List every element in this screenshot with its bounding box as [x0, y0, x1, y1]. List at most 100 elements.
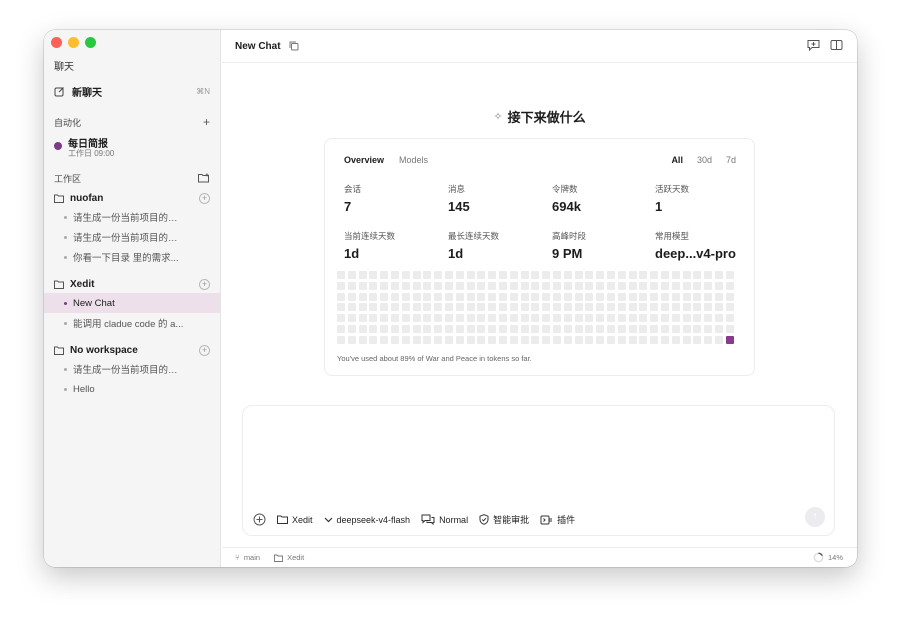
range-30d[interactable]: 30d: [697, 155, 712, 165]
heatmap-cell: [401, 325, 410, 333]
heatmap-cell: [585, 281, 594, 290]
heatmap-cell: [423, 335, 432, 344]
stats-tabs: Overview Models: [344, 155, 428, 165]
heatmap-cell: [499, 281, 507, 290]
heatmap-cell: [369, 281, 378, 290]
heatmap-cell: [542, 335, 551, 344]
chat-item[interactable]: 请生成一份当前项目的晨...: [54, 207, 220, 227]
composer-toolbar: Xedit deepseek-v4-flash Normal 智能审批 插件: [253, 513, 575, 526]
heatmap-cell: [520, 281, 529, 290]
chat-item[interactable]: Hello: [54, 379, 220, 399]
heatmap-cell: [531, 325, 540, 333]
heatmap-cell: [617, 281, 626, 290]
heatmap-cell: [347, 271, 356, 279]
heatmap-cell: [380, 335, 389, 344]
chat-item-active[interactable]: New Chat: [44, 293, 220, 313]
add-chat-icon[interactable]: +: [199, 192, 210, 204]
stat-value: 7: [344, 199, 352, 214]
copy-icon[interactable]: [289, 41, 299, 51]
heatmap-cell: [596, 271, 605, 279]
workspace-none[interactable]: No workspace +: [54, 341, 210, 359]
chat-item[interactable]: 能调用 cladue code 的 a...: [54, 313, 220, 333]
stat-label: 高峰时段: [552, 231, 587, 241]
automation-item-daily-brief[interactable]: 每日简报 工作日 09:00: [54, 134, 204, 160]
heatmap-cell: [585, 271, 594, 279]
workspace-xedit[interactable]: Xedit +: [54, 275, 210, 293]
heatmap-cell: [661, 335, 669, 344]
heatmap-cell: [563, 281, 572, 290]
new-message-icon[interactable]: [807, 39, 820, 51]
minimize-window-button[interactable]: [68, 37, 79, 48]
context-usage[interactable]: 14%: [813, 552, 843, 563]
chat-item[interactable]: 你看一下目录 里的需求...: [54, 247, 220, 267]
add-chat-icon[interactable]: +: [199, 344, 210, 356]
heatmap-cell: [434, 281, 443, 290]
stat-label: 令牌数: [552, 184, 578, 194]
heatmap-cell: [391, 281, 399, 290]
git-branch[interactable]: ⑂ main: [235, 553, 260, 562]
range-7d[interactable]: 7d: [726, 155, 736, 165]
heatmap-cell: [650, 281, 659, 290]
heatmap-cell: [553, 303, 561, 312]
mode-selector[interactable]: Normal: [421, 514, 468, 525]
branch-label: main: [243, 553, 261, 562]
heatmap-cell: [477, 281, 486, 290]
attach-icon[interactable]: [253, 513, 266, 526]
send-button[interactable]: ↑: [805, 507, 825, 527]
review-selector[interactable]: 智能审批: [479, 513, 529, 526]
workspace-name: No workspace: [70, 344, 138, 356]
heatmap-cell: [391, 303, 399, 312]
heatmap-cell: [650, 303, 659, 312]
heatmap-cell: [671, 281, 680, 290]
heatmap-cell: [563, 335, 572, 344]
chat-title: Hello: [73, 383, 95, 395]
plugins-button[interactable]: 插件: [540, 513, 575, 526]
composer[interactable]: Xedit deepseek-v4-flash Normal 智能审批 插件 ↑: [242, 405, 835, 536]
zoom-window-button[interactable]: [85, 37, 96, 48]
heatmap-cell: [585, 335, 594, 344]
chat-item[interactable]: 请生成一份当前项目的晨...: [54, 359, 220, 379]
bullet-icon: [64, 321, 67, 325]
workspace-selector[interactable]: Xedit: [277, 515, 313, 525]
heatmap-cell: [542, 271, 551, 279]
chat-item[interactable]: 请生成一份当前项目的晨...: [54, 227, 220, 247]
heatmap-cell: [639, 325, 648, 333]
heatmap-cell: [412, 335, 421, 344]
plugins-label: 插件: [557, 515, 576, 525]
heatmap-cell: [423, 303, 432, 312]
tab-overview[interactable]: Overview: [344, 155, 384, 165]
workspace-nuofan[interactable]: nuofan +: [54, 189, 210, 207]
tab-models[interactable]: Models: [399, 155, 428, 165]
new-chat-button[interactable]: 新聊天 ⌘N: [54, 82, 210, 100]
usage-ring-icon: [813, 552, 824, 563]
stat-value: 9 PM: [552, 246, 583, 261]
add-automation-icon[interactable]: +: [203, 115, 210, 129]
stat-label: 活跃天数: [655, 184, 690, 194]
heatmap-cell: [693, 303, 702, 312]
heatmap-cell: [455, 303, 464, 312]
heatmap-cell: [531, 335, 540, 344]
heatmap-cell: [563, 271, 572, 279]
heatmap-cell: [531, 292, 540, 301]
heatmap-cell: [488, 292, 497, 301]
add-chat-icon[interactable]: +: [199, 278, 210, 290]
heatmap-cell: [509, 325, 518, 333]
range-all[interactable]: All: [671, 155, 683, 165]
heatmap-cell: [628, 281, 637, 290]
chat-title: 你看一下目录 里的需求...: [73, 253, 179, 264]
model-selector[interactable]: deepseek-v4-flash: [324, 515, 410, 525]
heatmap-cell: [499, 314, 507, 323]
close-window-button[interactable]: [51, 37, 62, 48]
heatmap-cell: [412, 292, 421, 301]
heatmap-cell: [607, 314, 615, 323]
status-workspace[interactable]: Xedit: [274, 553, 304, 562]
heatmap-cell: [509, 281, 518, 290]
toggle-panel-icon[interactable]: [830, 39, 843, 51]
new-folder-icon[interactable]: [198, 173, 210, 183]
heatmap-cell: [553, 314, 561, 323]
heatmap-cell: [617, 271, 626, 279]
heatmap-cell: [704, 303, 713, 312]
heatmap-cell: [401, 314, 410, 323]
heatmap-cell: [455, 314, 464, 323]
heatmap-cell: [520, 335, 529, 344]
